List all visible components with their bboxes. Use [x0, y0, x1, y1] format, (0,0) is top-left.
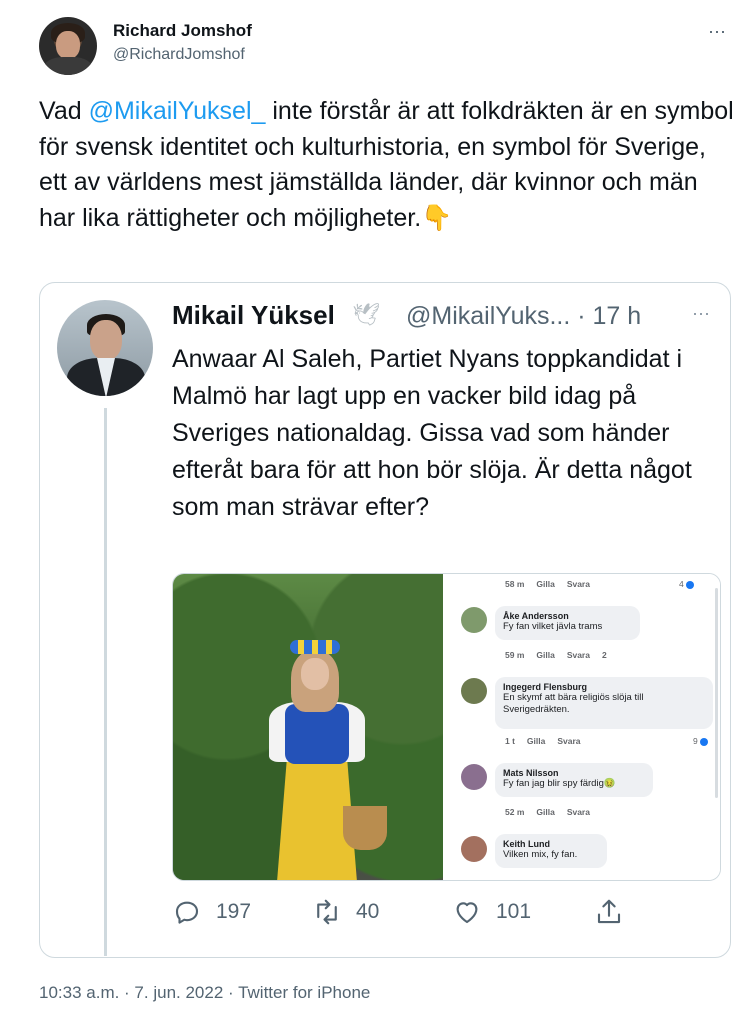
quoted-author-avatar[interactable] [57, 300, 153, 396]
reaction-count: 4 [679, 579, 694, 589]
author-name[interactable]: Richard Jomshof [113, 21, 252, 41]
comment-avatar [461, 836, 487, 862]
comment-avatar [461, 678, 487, 704]
like-button[interactable]: 101 [452, 897, 531, 927]
tweet-text-start: Vad [39, 97, 89, 125]
heart-icon [456, 902, 478, 924]
dove-icon: 🕊 [352, 302, 380, 327]
retweet-icon [317, 899, 337, 925]
reply-icon [175, 901, 199, 924]
quoted-author-name[interactable]: Mikail Yüksel [172, 300, 335, 331]
folk-costume-photo[interactable] [173, 574, 443, 880]
comment-bubble: Mats Nilsson Fy fan jag blir spy färdig🤢 [495, 763, 653, 797]
quoted-tweet-text: Anwaar Al Saleh, Partiet Nyans toppkandi… [172, 345, 692, 521]
quoted-more-icon[interactable]: ⋯ [692, 304, 711, 325]
comment-meta-top: 58 m Gilla Svara [505, 579, 590, 589]
more-options-icon[interactable]: ⋯ [708, 22, 727, 43]
comment-meta: 52 m Gilla Svara [505, 807, 590, 817]
author-handle[interactable]: @RichardJomshof [113, 46, 245, 64]
quoted-handle-time[interactable]: @MikailYuks... · 17 h [406, 302, 641, 331]
comment-meta: 1 t Gilla Svara [505, 736, 581, 746]
like-count: 101 [496, 900, 532, 923]
comments-screenshot: 58 m Gilla Svara 4 Åke Andersson Fy fan vi… [443, 574, 720, 880]
retweet-button[interactable]: 40 [312, 897, 379, 927]
mention-link[interactable]: @MikailYuksel_ [89, 97, 266, 125]
pointing-down-emoji: 👇 [421, 203, 453, 232]
reply-count: 197 [216, 900, 252, 923]
tweet-media[interactable]: 58 m Gilla Svara 4 Åke Andersson Fy fan vi… [172, 573, 721, 881]
comment-bubble: Ingegerd Flensburg En skymf att bära rel… [495, 677, 713, 729]
tweet-text: Vad @MikailYuksel_ inte förstår är att f… [39, 94, 739, 236]
thread-line [104, 408, 107, 956]
reaction-count: 9 [693, 736, 708, 746]
comment-meta: 59 m Gilla Svara 2 [505, 650, 607, 660]
comment-bubble: Keith Lund Vilken mix, fy fan. [495, 834, 607, 868]
comment-avatar [461, 764, 487, 790]
share-button[interactable] [594, 897, 638, 927]
share-icon [597, 899, 621, 924]
tweet-timestamp-source: 10:33 a.m. · 7. jun. 2022 · Twitter for … [39, 983, 371, 1002]
reply-button[interactable]: 197 [172, 897, 251, 927]
comment-avatar [461, 607, 487, 633]
author-avatar[interactable] [39, 17, 97, 75]
comment-bubble: Åke Andersson Fy fan vilket jävla trams [495, 606, 640, 640]
retweet-count: 40 [356, 900, 380, 923]
